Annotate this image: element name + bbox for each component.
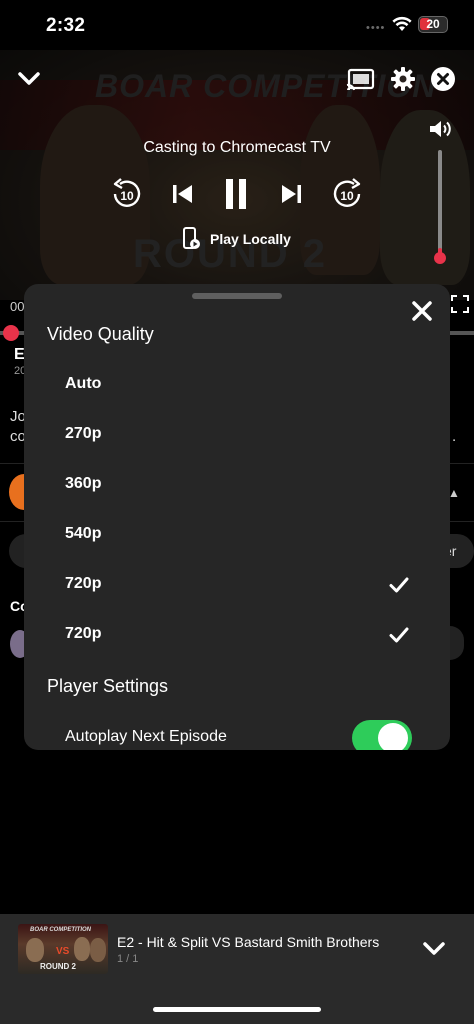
autoplay-label: Autoplay Next Episode bbox=[65, 728, 227, 745]
quality-option-label: 540p bbox=[65, 525, 102, 542]
expand-player-button[interactable] bbox=[421, 939, 447, 963]
signal-dots-icon: •••• bbox=[366, 22, 386, 34]
fullscreen-icon[interactable] bbox=[450, 294, 470, 314]
rewind-10-button[interactable]: 10 bbox=[109, 176, 145, 212]
settings-button[interactable] bbox=[388, 64, 418, 94]
player-settings-title: Player Settings bbox=[47, 676, 169, 696]
skip-next-icon bbox=[282, 185, 301, 203]
quality-option[interactable]: 270p bbox=[24, 410, 450, 460]
status-bar: 2:32 •••• 20 bbox=[0, 0, 474, 50]
quality-settings-sheet: Video Quality Auto 270p 360p 540p 720p 7… bbox=[24, 284, 450, 750]
quality-option[interactable]: 720p bbox=[24, 610, 450, 660]
close-circle-icon bbox=[431, 67, 455, 91]
forward-10-icon: 10 bbox=[333, 178, 361, 207]
mini-thumb-title: BOAR COMPETITION bbox=[30, 927, 91, 933]
quality-option-label: 360p bbox=[65, 475, 102, 492]
quality-option-label: Auto bbox=[65, 375, 102, 392]
cast-connected-icon bbox=[346, 68, 375, 91]
video-quality-title: Video Quality bbox=[47, 324, 154, 344]
gear-icon bbox=[391, 67, 415, 91]
close-player-button[interactable] bbox=[428, 64, 458, 94]
autoplay-toggle[interactable] bbox=[352, 720, 412, 750]
wifi-icon bbox=[392, 16, 412, 37]
status-time: 2:32 bbox=[46, 15, 86, 36]
close-sheet-button[interactable] bbox=[409, 298, 435, 324]
phone-play-icon bbox=[183, 227, 200, 249]
previous-button[interactable] bbox=[164, 176, 200, 212]
current-time: 00 bbox=[10, 299, 25, 314]
next-button[interactable] bbox=[274, 176, 310, 212]
home-indicator[interactable] bbox=[153, 1007, 321, 1012]
forward-10-button[interactable]: 10 bbox=[329, 176, 365, 212]
play-locally-button[interactable]: Play Locally bbox=[182, 226, 291, 252]
close-icon bbox=[412, 301, 432, 321]
chevron-down-icon bbox=[423, 942, 445, 955]
quality-option[interactable]: 720p bbox=[24, 560, 450, 610]
toggle-knob bbox=[378, 723, 408, 750]
quality-option[interactable]: Auto bbox=[24, 360, 450, 410]
volume-slider[interactable] bbox=[438, 150, 442, 256]
checkmark-icon bbox=[388, 574, 410, 596]
volume-slider-knob[interactable] bbox=[434, 252, 446, 264]
pause-icon bbox=[226, 179, 246, 209]
quality-option-label: 270p bbox=[65, 425, 102, 442]
checkmark-icon bbox=[388, 624, 410, 646]
battery-icon: 20 bbox=[418, 16, 448, 33]
mini-thumb-round: ROUND 2 bbox=[40, 962, 77, 971]
mini-thumb-vs: VS bbox=[56, 946, 70, 957]
rewind-10-icon: 10 bbox=[113, 178, 141, 207]
mini-player-thumbnail: BOAR COMPETITION VS ROUND 2 bbox=[18, 924, 108, 974]
quality-option[interactable]: 360p bbox=[24, 460, 450, 510]
forward-seconds: 10 bbox=[340, 189, 354, 203]
quality-option-label: 720p bbox=[65, 625, 102, 642]
cast-button[interactable] bbox=[345, 66, 377, 94]
battery-level: 20 bbox=[426, 17, 440, 31]
mini-player[interactable]: BOAR COMPETITION VS ROUND 2 E2 - Hit & S… bbox=[0, 914, 474, 1024]
mini-player-count: 1 / 1 bbox=[117, 953, 139, 965]
play-locally-label: Play Locally bbox=[210, 231, 291, 247]
rewind-seconds: 10 bbox=[120, 189, 134, 203]
quality-option-label: 720p bbox=[65, 575, 102, 592]
volume-icon[interactable] bbox=[428, 118, 454, 140]
mini-player-title: E2 - Hit & Split VS Bastard Smith Brothe… bbox=[117, 934, 380, 950]
casting-status: Casting to Chromecast TV bbox=[143, 139, 331, 156]
chevron-down-icon bbox=[18, 72, 40, 85]
skip-previous-icon bbox=[173, 185, 192, 203]
collapse-player-button[interactable] bbox=[14, 64, 44, 94]
sheet-grabber[interactable] bbox=[192, 293, 282, 299]
progress-knob[interactable] bbox=[3, 325, 19, 341]
pause-button[interactable] bbox=[218, 176, 254, 212]
comment-input[interactable] bbox=[450, 626, 464, 660]
quality-option[interactable]: 540p bbox=[24, 510, 450, 560]
description-end: . bbox=[452, 428, 457, 445]
